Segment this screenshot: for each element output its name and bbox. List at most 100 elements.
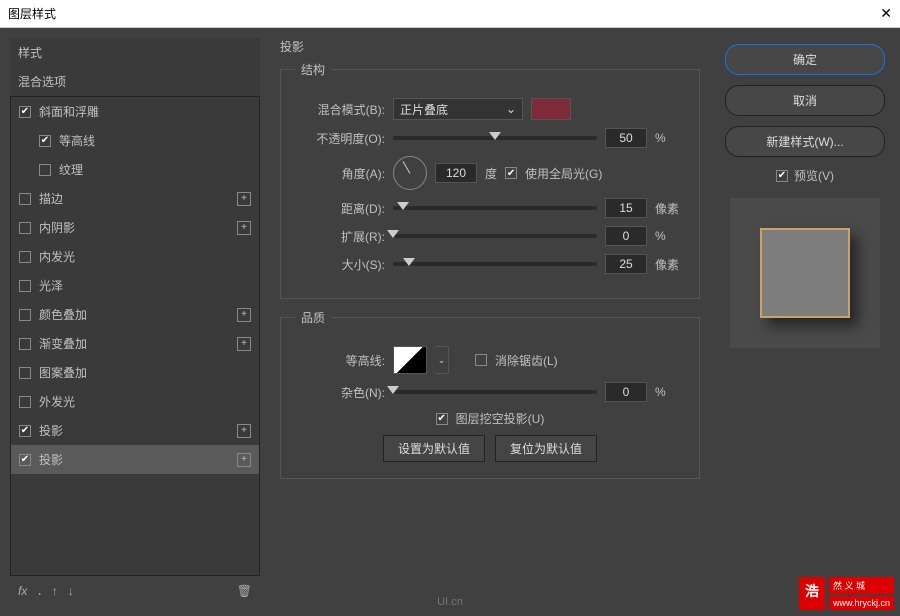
new-style-button[interactable]: 新建样式(W)... bbox=[725, 126, 885, 157]
effect-item[interactable]: 投影 + bbox=[11, 445, 259, 474]
effect-checkbox[interactable] bbox=[19, 309, 31, 321]
effect-item[interactable]: 内发光 bbox=[11, 242, 259, 271]
distance-unit: 像素 bbox=[655, 200, 685, 217]
distance-label: 距离(D): bbox=[295, 200, 385, 217]
cancel-button[interactable]: 取消 bbox=[725, 85, 885, 116]
add-effect-icon[interactable]: + bbox=[237, 424, 251, 438]
effect-item[interactable]: 光泽 bbox=[11, 271, 259, 300]
effect-label: 描边 bbox=[39, 190, 63, 207]
preview-label: 预览(V) bbox=[794, 167, 834, 184]
spread-label: 扩展(R): bbox=[295, 228, 385, 245]
ok-button[interactable]: 确定 bbox=[725, 44, 885, 75]
effect-checkbox[interactable] bbox=[19, 338, 31, 350]
angle-dial[interactable] bbox=[393, 156, 427, 190]
effect-checkbox[interactable] bbox=[19, 367, 31, 379]
effect-item[interactable]: 图案叠加 bbox=[11, 358, 259, 387]
effect-item[interactable]: 等高线 bbox=[11, 126, 259, 155]
preview-box bbox=[730, 198, 880, 348]
trash-icon[interactable]: 🗑 bbox=[237, 584, 252, 598]
global-light-label: 使用全局光(G) bbox=[525, 165, 602, 182]
spread-unit: % bbox=[655, 229, 685, 243]
angle-label: 角度(A): bbox=[295, 165, 385, 182]
effect-item[interactable]: 斜面和浮雕 bbox=[11, 97, 259, 126]
blend-mode-combo[interactable]: 正片叠底⌄ bbox=[393, 98, 523, 120]
effect-checkbox[interactable] bbox=[19, 106, 31, 118]
noise-label: 杂色(N): bbox=[295, 384, 385, 401]
effect-item[interactable]: 颜色叠加 + bbox=[11, 300, 259, 329]
noise-input[interactable] bbox=[605, 382, 647, 402]
preview-swatch bbox=[760, 228, 850, 318]
effect-item[interactable]: 纹理 bbox=[11, 155, 259, 184]
angle-input[interactable] bbox=[435, 163, 477, 183]
watermark-text2: www.hryckj.cn bbox=[829, 596, 894, 610]
blend-mode-label: 混合模式(B): bbox=[295, 101, 385, 118]
styles-header[interactable]: 样式 bbox=[10, 38, 260, 67]
close-icon[interactable]: ✕ bbox=[880, 5, 892, 22]
effect-item[interactable]: 投影 + bbox=[11, 416, 259, 445]
opacity-input[interactable] bbox=[605, 128, 647, 148]
add-effect-icon[interactable]: + bbox=[237, 308, 251, 322]
effect-label: 投影 bbox=[39, 451, 63, 468]
effect-checkbox[interactable] bbox=[39, 164, 51, 176]
knockout-label: 图层挖空投影(U) bbox=[456, 410, 545, 427]
effects-list: 斜面和浮雕等高线纹理描边+内阴影+内发光光泽颜色叠加+渐变叠加+图案叠加外发光投… bbox=[10, 96, 260, 576]
chevron-down-icon: ⌄ bbox=[506, 102, 516, 116]
distance-slider[interactable] bbox=[393, 206, 597, 210]
set-default-button[interactable]: 设置为默认值 bbox=[383, 435, 485, 462]
sidebar-footer: fx . ↑ ↓ 🗑 bbox=[10, 576, 260, 606]
effect-checkbox[interactable] bbox=[19, 396, 31, 408]
spread-slider[interactable] bbox=[393, 234, 597, 238]
main-content: 样式 混合选项 斜面和浮雕等高线纹理描边+内阴影+内发光光泽颜色叠加+渐变叠加+… bbox=[0, 28, 900, 616]
shadow-color-swatch[interactable] bbox=[531, 98, 571, 120]
opacity-label: 不透明度(O): bbox=[295, 130, 385, 147]
noise-unit: % bbox=[655, 385, 685, 399]
effect-checkbox[interactable] bbox=[19, 425, 31, 437]
effect-label: 等高线 bbox=[59, 132, 95, 149]
spread-input[interactable] bbox=[605, 226, 647, 246]
watermark-big: 浩 bbox=[799, 577, 825, 610]
add-effect-icon[interactable]: + bbox=[237, 453, 251, 467]
distance-input[interactable] bbox=[605, 198, 647, 218]
contour-label: 等高线: bbox=[295, 352, 385, 369]
contour-swatch[interactable] bbox=[393, 346, 427, 374]
subscript-dot: . bbox=[37, 582, 41, 600]
effect-label: 斜面和浮雕 bbox=[39, 103, 99, 120]
effect-checkbox[interactable] bbox=[19, 222, 31, 234]
effect-item[interactable]: 内阴影 + bbox=[11, 213, 259, 242]
effect-item[interactable]: 外发光 bbox=[11, 387, 259, 416]
opacity-slider[interactable] bbox=[393, 136, 597, 140]
global-light-checkbox[interactable] bbox=[505, 167, 517, 179]
quality-group: 品质 等高线: ⌄ 消除锯齿(L) 杂色(N): % 图层挖空投影(U) 设置为… bbox=[280, 309, 700, 479]
effect-item[interactable]: 描边 + bbox=[11, 184, 259, 213]
effect-label: 颜色叠加 bbox=[39, 306, 87, 323]
add-effect-icon[interactable]: + bbox=[237, 221, 251, 235]
arrow-down-icon[interactable]: ↓ bbox=[68, 584, 74, 598]
effect-label: 图案叠加 bbox=[39, 364, 87, 381]
effect-checkbox[interactable] bbox=[19, 251, 31, 263]
structure-legend: 结构 bbox=[295, 61, 331, 78]
size-unit: 像素 bbox=[655, 256, 685, 273]
effect-label: 内发光 bbox=[39, 248, 75, 265]
antialias-checkbox[interactable] bbox=[475, 354, 487, 366]
fx-icon[interactable]: fx bbox=[18, 584, 27, 598]
effect-checkbox[interactable] bbox=[39, 135, 51, 147]
preview-checkbox[interactable] bbox=[776, 170, 788, 182]
contour-dropdown[interactable]: ⌄ bbox=[435, 346, 449, 374]
arrow-up-icon[interactable]: ↑ bbox=[52, 584, 58, 598]
blend-options-header[interactable]: 混合选项 bbox=[10, 67, 260, 96]
effect-checkbox[interactable] bbox=[19, 454, 31, 466]
reset-default-button[interactable]: 复位为默认值 bbox=[495, 435, 597, 462]
noise-slider[interactable] bbox=[393, 390, 597, 394]
size-slider[interactable] bbox=[393, 262, 597, 266]
size-label: 大小(S): bbox=[295, 256, 385, 273]
effect-checkbox[interactable] bbox=[19, 280, 31, 292]
effect-label: 投影 bbox=[39, 422, 63, 439]
effect-item[interactable]: 渐变叠加+ bbox=[11, 329, 259, 358]
effect-label: 内阴影 bbox=[39, 219, 75, 236]
knockout-checkbox[interactable] bbox=[436, 413, 448, 425]
add-effect-icon[interactable]: + bbox=[237, 192, 251, 206]
title-bar: 图层样式 ✕ bbox=[0, 0, 900, 28]
size-input[interactable] bbox=[605, 254, 647, 274]
effect-checkbox[interactable] bbox=[19, 193, 31, 205]
add-effect-icon[interactable]: + bbox=[237, 337, 251, 351]
